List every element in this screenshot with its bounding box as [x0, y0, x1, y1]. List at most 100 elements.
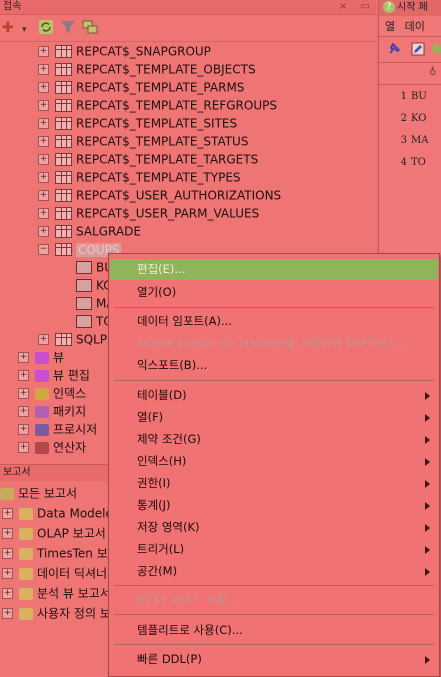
tree-item-folder-indexes[interactable]: + 인덱스	[18, 384, 86, 402]
menu-item-use-as-template[interactable]: 템플리트로 사용(C)...	[110, 620, 438, 641]
tree-item-table[interactable]: + REPCAT$_TEMPLATE_STATUS	[38, 132, 248, 150]
tree-item-table[interactable]: + REPCAT$_TEMPLATE_SITES	[38, 114, 237, 132]
report-item-all[interactable]: 모든 보고서	[0, 484, 77, 502]
report-item[interactable]: + Data Modeler	[2, 504, 118, 522]
pin-icon[interactable]	[387, 42, 401, 59]
tree-item-table[interactable]: + SQLPL	[38, 330, 114, 348]
tree-item-table[interactable]: + REPCAT$_USER_PARM_VALUES	[38, 204, 259, 222]
expand-icon[interactable]: +	[38, 64, 49, 75]
menu-item-privileges[interactable]: 권한(I)	[110, 473, 438, 494]
tree-item-table[interactable]: + REPCAT$_TEMPLATE_REFGROUPS	[38, 96, 277, 114]
expand-icon[interactable]: +	[38, 118, 49, 129]
connections-panel-header: 접속 × ▭	[0, 0, 376, 15]
report-item[interactable]: + OLAP 보고서	[2, 524, 106, 542]
tab-data[interactable]: 데이	[405, 20, 425, 33]
help-icon: ?	[383, 1, 395, 13]
add-connection-icon[interactable]: ✚	[2, 19, 14, 37]
expand-icon[interactable]: +	[38, 136, 49, 147]
tree-item-folder-operators[interactable]: + 연산자	[18, 438, 86, 456]
menu-item-import-hadoop[interactable]: Oracle Loader for Hadoop를 사용하여 임포트(S)...	[110, 333, 438, 354]
index-folder-icon	[35, 387, 49, 400]
menu-item-import-data[interactable]: 데이터 임포트(A)...	[110, 311, 438, 332]
menu-item-spatial[interactable]: 공간(M)	[110, 561, 438, 582]
sort-icon[interactable]: ♁	[429, 67, 436, 78]
expand-icon[interactable]: +	[2, 508, 13, 519]
close-icon[interactable]: ×	[339, 1, 347, 12]
tree-item-table[interactable]: + REPCAT$_TEMPLATE_TARGETS	[38, 150, 258, 168]
menu-item-export[interactable]: 익스포트(B)...	[110, 355, 438, 376]
minimize-icon[interactable]: ▭	[361, 1, 370, 12]
menu-item-trigger[interactable]: 트리거(L)	[110, 539, 438, 560]
expand-icon[interactable]: +	[38, 154, 49, 165]
tree-item-folder-editioning-views[interactable]: + 뷰 편집	[18, 366, 90, 384]
data-grid-row[interactable]: 1 BU	[379, 86, 441, 108]
report-item[interactable]: + 사용자 정의 보	[2, 604, 111, 622]
expand-icon[interactable]: +	[38, 100, 49, 111]
row-number: 2	[400, 113, 407, 124]
filter-icon[interactable]	[60, 19, 76, 40]
menu-item-table[interactable]: 테이블(D)	[110, 385, 438, 406]
menu-item-label: 트리거(L)	[137, 542, 185, 556]
expand-icon[interactable]: +	[18, 442, 29, 453]
data-grid-row[interactable]: 2 KO	[379, 108, 441, 130]
row-value: BU	[411, 91, 427, 102]
edit-icon[interactable]	[411, 42, 425, 59]
submenu-arrow-icon	[425, 502, 430, 510]
data-grid-row[interactable]: 4 TO	[379, 152, 441, 174]
report-item[interactable]: + TimesTen 보	[2, 544, 108, 562]
expand-icon[interactable]: +	[38, 226, 49, 237]
collapse-icon[interactable]: −	[38, 244, 49, 255]
expand-icon[interactable]: +	[2, 608, 13, 619]
tree-item-table[interactable]: + REPCAT$_USER_AUTHORIZATIONS	[38, 186, 281, 204]
menu-item-statistics[interactable]: 통계(J)	[110, 495, 438, 516]
menu-item-column[interactable]: 열(F)	[110, 407, 438, 428]
schema-browser-icon[interactable]	[82, 19, 98, 40]
tree-item-folder-procedures[interactable]: + 프로시저	[18, 420, 97, 438]
expand-icon[interactable]: +	[38, 208, 49, 219]
table-icon	[55, 45, 72, 58]
expand-icon[interactable]: +	[38, 334, 49, 345]
tree-item-table[interactable]: + REPCAT$_SNAPGROUP	[38, 42, 211, 60]
report-item[interactable]: + 데이터 딕셔너	[2, 564, 107, 582]
tree-item-table[interactable]: + REPCAT$_TEMPLATE_PARMS	[38, 78, 244, 96]
expand-icon[interactable]: +	[18, 352, 29, 363]
tree-item-table[interactable]: + REPCAT$_TEMPLATE_TYPES	[38, 168, 241, 186]
expand-icon[interactable]: +	[2, 548, 13, 559]
expand-icon[interactable]: +	[18, 424, 29, 435]
tree-item-table[interactable]: + REPCAT$_TEMPLATE_OBJECTS	[38, 60, 256, 78]
dropdown-arrow-icon[interactable]: ▾	[22, 21, 27, 39]
menu-item-index[interactable]: 인덱스(H)	[110, 451, 438, 472]
expand-icon[interactable]: +	[38, 190, 49, 201]
expand-icon[interactable]: +	[18, 370, 29, 381]
report-item-label: OLAP 보고서	[37, 526, 106, 541]
expand-icon[interactable]: +	[38, 172, 49, 183]
data-grid-row[interactable]: 3 MA	[379, 130, 441, 152]
expand-icon[interactable]: +	[2, 528, 13, 539]
expand-icon[interactable]: +	[38, 82, 49, 93]
refresh-icon[interactable]	[38, 19, 54, 40]
menu-item-storage[interactable]: 저장 영역(K)	[110, 517, 438, 538]
menu-item-edit[interactable]: 편집(E)...	[110, 259, 438, 280]
menu-item-quick-ddl[interactable]: 빠른 DDL(P)	[110, 649, 438, 670]
tree-item-folder-packages[interactable]: + 패키지	[18, 402, 86, 420]
report-item-label: Data Modeler	[37, 506, 118, 521]
menu-item-open[interactable]: 열기(O)	[110, 282, 438, 303]
column-icon	[76, 297, 92, 310]
expand-icon[interactable]: +	[38, 46, 49, 57]
menu-item-label: 빠른 DDL(P)	[137, 652, 202, 666]
submenu-arrow-icon	[425, 524, 430, 532]
report-item[interactable]: + 분석 뷰 보고서	[2, 584, 111, 602]
expand-icon[interactable]: +	[18, 406, 29, 417]
expand-icon[interactable]: +	[2, 568, 13, 579]
start-page-tab[interactable]: ? 시작 페	[379, 0, 441, 16]
menu-item-enable-rest[interactable]: REST 서비스 사용...	[110, 590, 438, 611]
expand-icon[interactable]: +	[18, 388, 29, 399]
menu-item-constraint[interactable]: 제약 조건(G)	[110, 429, 438, 450]
tree-item-table[interactable]: + SALGRADE	[38, 222, 141, 240]
expand-icon[interactable]: +	[2, 588, 13, 599]
tab-columns[interactable]: 열	[385, 20, 395, 33]
add-row-icon[interactable]	[431, 42, 441, 59]
start-page-tab-label: 시작 페	[397, 2, 428, 13]
table-icon	[55, 63, 72, 76]
tree-item-folder-views[interactable]: + 뷰	[18, 348, 64, 366]
